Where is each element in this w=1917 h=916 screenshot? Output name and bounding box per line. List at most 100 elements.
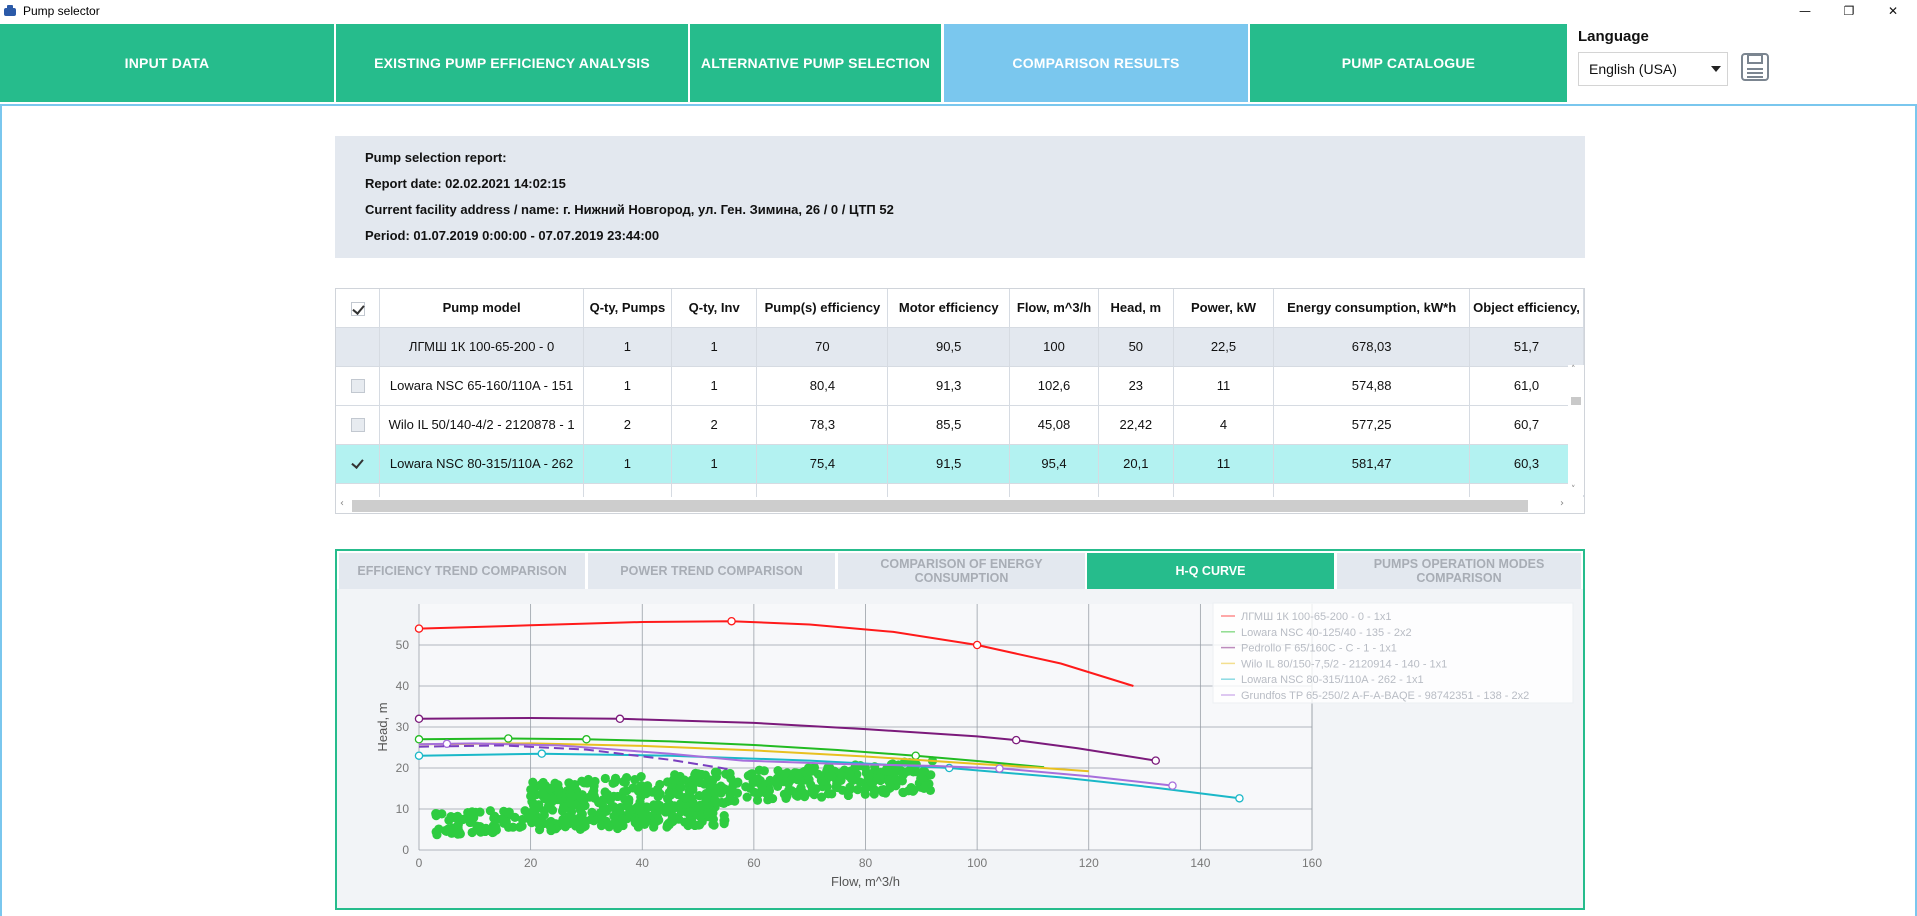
- x-tick-label: 40: [636, 856, 650, 870]
- close-button[interactable]: ✕: [1870, 0, 1916, 22]
- scroll-right-icon[interactable]: ›: [1560, 498, 1564, 509]
- vertical-scrollbar[interactable]: ˄ ˅: [1568, 365, 1584, 495]
- table-cell: 574,88: [1273, 366, 1470, 406]
- scatter-point: [721, 769, 731, 779]
- table-cell: 80,4: [756, 366, 889, 406]
- language-select[interactable]: English (USA): [1578, 52, 1728, 86]
- legend-entry: Lowara NSC 40-125/40 - 135 - 2x2: [1241, 627, 1412, 639]
- column-header[interactable]: Q-ty, Pumps: [583, 289, 672, 328]
- scatter-point: [898, 770, 908, 780]
- table-cell: 1: [671, 366, 758, 406]
- row-checkbox[interactable]: [336, 366, 381, 406]
- x-tick-label: 60: [747, 856, 761, 870]
- column-header[interactable]: Q-ty, Inv: [671, 289, 758, 328]
- scroll-thumb[interactable]: [352, 500, 1528, 512]
- scatter-point: [763, 795, 773, 805]
- scatter-point: [804, 775, 814, 785]
- row-checkbox[interactable]: [336, 444, 381, 484]
- y-tick-label: 0: [402, 843, 409, 857]
- horizontal-scrollbar[interactable]: ‹ ›: [336, 497, 1584, 513]
- scatter-point: [637, 815, 648, 826]
- table-cell: 85,5: [887, 405, 1011, 445]
- x-tick-label: 120: [1079, 856, 1099, 870]
- maximize-button[interactable]: ❐: [1826, 0, 1872, 22]
- column-header[interactable]: Flow, m^3/h: [1009, 289, 1099, 328]
- scatter-point: [655, 789, 665, 799]
- column-header[interactable]: Pump model: [379, 289, 584, 328]
- report-address: Current facility address / name: г. Нижн…: [365, 202, 894, 217]
- series-marker: [727, 616, 736, 626]
- table-cell: 70: [756, 327, 889, 367]
- column-header[interactable]: Energy consumption, kW*h: [1273, 289, 1470, 328]
- scatter-point: [632, 784, 642, 794]
- pump-app-icon: [3, 5, 17, 17]
- scatter-point: [602, 789, 613, 799]
- table-cell: 1: [583, 327, 672, 367]
- table-cell: 78,3: [756, 405, 889, 445]
- y-tick-label: 10: [396, 802, 410, 816]
- scatter-point: [810, 785, 820, 795]
- tab-existing-pump-efficiency-analysis[interactable]: EXISTING PUMP EFFICIENCY ANALYSIS: [336, 24, 688, 102]
- scatter-point: [504, 807, 514, 817]
- scatter-point: [874, 773, 885, 783]
- checked-checkbox-icon[interactable]: [351, 457, 365, 471]
- scatter-point: [503, 822, 514, 832]
- tab-pump-catalogue[interactable]: PUMP CATALOGUE: [1250, 24, 1567, 102]
- table-cell: 678,03: [1273, 327, 1470, 367]
- report-summary: Pump selection report: Report date: 02.0…: [335, 136, 1585, 258]
- scatter-point: [528, 777, 538, 787]
- scatter-point: [716, 788, 726, 798]
- table-row[interactable]: Wilo IL 50/140-4/2 - 2120878 - 1 2 2 78,3 85…: [336, 405, 1584, 445]
- row-checkbox[interactable]: [336, 405, 381, 445]
- scatter-point: [796, 783, 806, 793]
- table-cell: 581,47: [1273, 444, 1470, 484]
- table-cell: 1: [671, 327, 758, 367]
- scatter-point: [546, 823, 556, 833]
- scroll-thumb[interactable]: [1571, 397, 1581, 405]
- select-all-checkbox[interactable]: [336, 289, 381, 328]
- tab-input-data[interactable]: INPUT DATA: [0, 24, 334, 102]
- tab-comparison-of-energy-consumption[interactable]: COMPARISON OF ENERGY CONSUMPTION: [838, 553, 1085, 589]
- tab-efficiency-trend-comparison[interactable]: EFFICIENCY TREND COMPARISON: [339, 553, 585, 589]
- table-cell: 90,5: [887, 327, 1011, 367]
- scatter-point: [845, 782, 855, 792]
- column-header[interactable]: Pump(s) efficiency: [756, 289, 889, 328]
- x-tick-label: 20: [524, 856, 538, 870]
- minimize-button[interactable]: —: [1782, 0, 1828, 22]
- checkbox-icon[interactable]: [350, 379, 365, 394]
- scroll-down-icon[interactable]: ˅: [1571, 485, 1576, 495]
- pump-comparison-table: Pump model Q-ty, Pumps Q-ty, Inv Pump(s)…: [335, 288, 1585, 514]
- tab-h-q-curve[interactable]: H-Q CURVE: [1087, 553, 1334, 589]
- tab-comparison-results[interactable]: COMPARISON RESULTS: [944, 24, 1248, 102]
- column-header[interactable]: Power, kW: [1173, 289, 1275, 328]
- checkbox-icon[interactable]: [350, 418, 365, 433]
- tab-alternative-pump-selection[interactable]: ALTERNATIVE PUMP SELECTION: [690, 24, 941, 102]
- column-header[interactable]: Head, m: [1098, 289, 1174, 328]
- tab-pumps-operation-modes-comparison[interactable]: PUMPS OPERATION MODES COMPARISON: [1337, 553, 1581, 589]
- column-header[interactable]: Object efficiency,: [1469, 289, 1584, 328]
- save-icon[interactable]: [1740, 52, 1770, 82]
- scatter-point: [491, 825, 501, 835]
- table-row[interactable]: ЛГМШ 1К 100-65-200 - 0 1 1 70 90,5 100 50 22,5 6…: [336, 327, 1584, 367]
- tab-power-trend-comparison[interactable]: POWER TREND COMPARISON: [588, 553, 835, 589]
- table-row[interactable]: Lowara NSC 65-160/110A - 151 1 1 80,4 91,3 10…: [336, 366, 1584, 406]
- series-marker: [414, 624, 424, 633]
- y-tick-label: 50: [396, 638, 410, 652]
- column-header[interactable]: Motor efficiency: [887, 289, 1011, 328]
- scroll-up-icon[interactable]: ˄: [1571, 365, 1576, 375]
- table-row[interactable]: Lowara NSC 80-315/110A - 262 1 1 75,4 91,5 95…: [336, 444, 1584, 484]
- scatter-point: [817, 792, 827, 802]
- table-cell: 577,25: [1273, 405, 1470, 445]
- legend-entry: Lowara NSC 80-315/110A - 262 - 1x1: [1241, 674, 1424, 686]
- table-cell: 95,4: [1009, 444, 1099, 484]
- scatter-point: [608, 778, 618, 788]
- scatter-point: [693, 820, 704, 830]
- series-marker: [504, 734, 513, 743]
- scatter-point: [617, 814, 627, 824]
- row-checkbox: [336, 327, 381, 367]
- scatter-point: [845, 769, 855, 779]
- scroll-left-icon[interactable]: ‹: [340, 498, 344, 509]
- scatter-point: [475, 807, 485, 817]
- table-cell: Lowara NSC 80-315/110A - 262: [379, 444, 584, 484]
- scatter-point: [431, 810, 441, 821]
